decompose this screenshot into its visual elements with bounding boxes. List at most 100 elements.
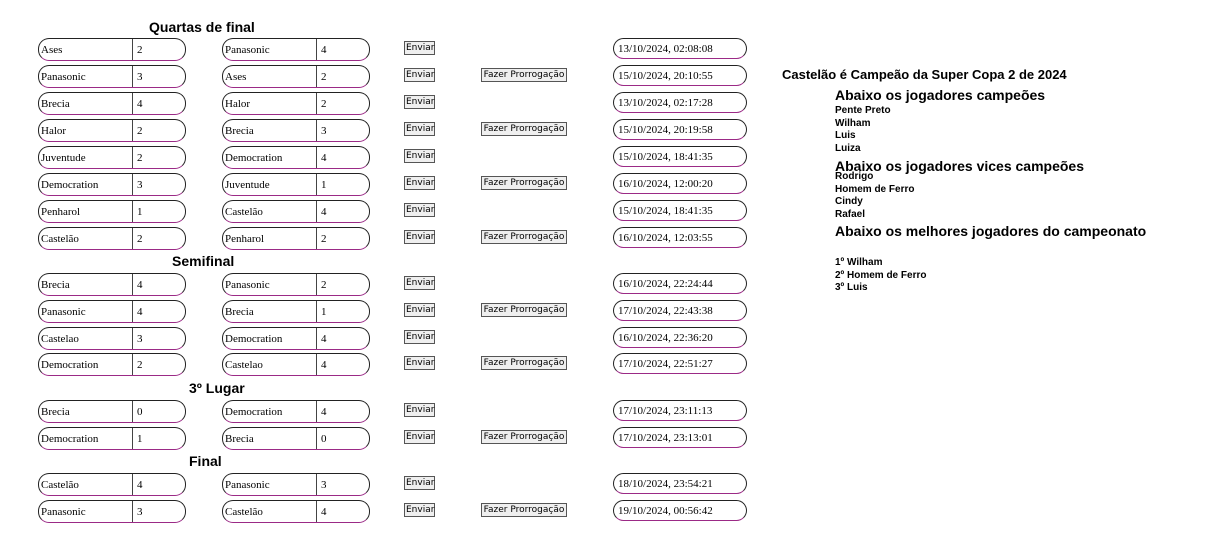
score-input[interactable]: 4 bbox=[317, 39, 369, 60]
away-team-field[interactable]: Democration 4 bbox=[222, 327, 370, 350]
score-input[interactable]: 2 bbox=[133, 228, 185, 249]
score-input[interactable]: 2 bbox=[133, 354, 185, 375]
score-input[interactable]: 4 bbox=[317, 328, 369, 349]
send-button[interactable]: Enviar bbox=[404, 41, 435, 55]
score-input[interactable]: 4 bbox=[133, 474, 185, 495]
team-name-input[interactable]: Ases bbox=[39, 39, 133, 60]
timestamp-field[interactable]: 17/10/2024, 22:51:27 bbox=[613, 353, 747, 374]
timestamp-field[interactable]: 15/10/2024, 20:10:55 bbox=[613, 65, 747, 86]
overtime-button[interactable]: Fazer Prorrogação bbox=[481, 176, 567, 190]
send-button[interactable]: Enviar bbox=[404, 95, 435, 109]
score-input[interactable]: 4 bbox=[133, 301, 185, 322]
timestamp-field[interactable]: 16/10/2024, 22:24:44 bbox=[613, 273, 747, 294]
away-team-field[interactable]: Brecia 0 bbox=[222, 427, 370, 450]
team-name-input[interactable]: Juventude bbox=[39, 147, 133, 168]
home-team-field[interactable]: Castelão 2 bbox=[38, 227, 186, 250]
team-name-input[interactable]: Democration bbox=[223, 147, 317, 168]
score-input[interactable]: 4 bbox=[317, 354, 369, 375]
score-input[interactable]: 1 bbox=[317, 174, 369, 195]
team-name-input[interactable]: Democration bbox=[223, 401, 317, 422]
send-button[interactable]: Enviar bbox=[404, 149, 435, 163]
timestamp-field[interactable]: 17/10/2024, 22:43:38 bbox=[613, 300, 747, 321]
home-team-field[interactable]: Panasonic 3 bbox=[38, 65, 186, 88]
team-name-input[interactable]: Panasonic bbox=[223, 474, 317, 495]
timestamp-field[interactable]: 15/10/2024, 20:19:58 bbox=[613, 119, 747, 140]
team-name-input[interactable]: Brecia bbox=[39, 274, 133, 295]
away-team-field[interactable]: Halor 2 bbox=[222, 92, 370, 115]
score-input[interactable]: 0 bbox=[317, 428, 369, 449]
score-input[interactable]: 3 bbox=[317, 120, 369, 141]
timestamp-field[interactable]: 19/10/2024, 00:56:42 bbox=[613, 500, 747, 521]
team-name-input[interactable]: Democration bbox=[39, 428, 133, 449]
timestamp-field[interactable]: 15/10/2024, 18:41:35 bbox=[613, 146, 747, 167]
away-team-field[interactable]: Penharol 2 bbox=[222, 227, 370, 250]
home-team-field[interactable]: Democration 3 bbox=[38, 173, 186, 196]
score-input[interactable]: 2 bbox=[317, 66, 369, 87]
send-button[interactable]: Enviar bbox=[404, 176, 435, 190]
score-input[interactable]: 2 bbox=[317, 274, 369, 295]
home-team-field[interactable]: Juventude 2 bbox=[38, 146, 186, 169]
send-button[interactable]: Enviar bbox=[404, 303, 435, 317]
team-name-input[interactable]: Halor bbox=[39, 120, 133, 141]
score-input[interactable]: 2 bbox=[317, 228, 369, 249]
send-button[interactable]: Enviar bbox=[404, 203, 435, 217]
team-name-input[interactable]: Panasonic bbox=[39, 501, 133, 522]
timestamp-field[interactable]: 13/10/2024, 02:17:28 bbox=[613, 92, 747, 113]
home-team-field[interactable]: Panasonic 3 bbox=[38, 500, 186, 523]
away-team-field[interactable]: Panasonic 2 bbox=[222, 273, 370, 296]
away-team-field[interactable]: Castelao 4 bbox=[222, 353, 370, 376]
timestamp-field[interactable]: 16/10/2024, 12:00:20 bbox=[613, 173, 747, 194]
timestamp-field[interactable]: 16/10/2024, 12:03:55 bbox=[613, 227, 747, 248]
send-button[interactable]: Enviar bbox=[404, 276, 435, 290]
team-name-input[interactable]: Castelão bbox=[39, 228, 133, 249]
overtime-button[interactable]: Fazer Prorrogação bbox=[481, 356, 567, 370]
away-team-field[interactable]: Juventude 1 bbox=[222, 173, 370, 196]
home-team-field[interactable]: Ases 2 bbox=[38, 38, 186, 61]
score-input[interactable]: 1 bbox=[133, 201, 185, 222]
home-team-field[interactable]: Democration 2 bbox=[38, 353, 186, 376]
team-name-input[interactable]: Brecia bbox=[39, 401, 133, 422]
team-name-input[interactable]: Brecia bbox=[223, 301, 317, 322]
overtime-button[interactable]: Fazer Prorrogação bbox=[481, 68, 567, 82]
send-button[interactable]: Enviar bbox=[404, 122, 435, 136]
score-input[interactable]: 4 bbox=[317, 401, 369, 422]
overtime-button[interactable]: Fazer Prorrogação bbox=[481, 303, 567, 317]
timestamp-field[interactable]: 17/10/2024, 23:11:13 bbox=[613, 400, 747, 421]
team-name-input[interactable]: Democration bbox=[39, 174, 133, 195]
team-name-input[interactable]: Castelao bbox=[223, 354, 317, 375]
score-input[interactable]: 3 bbox=[133, 501, 185, 522]
team-name-input[interactable]: Panasonic bbox=[39, 66, 133, 87]
team-name-input[interactable]: Castelão bbox=[39, 474, 133, 495]
team-name-input[interactable]: Brecia bbox=[223, 120, 317, 141]
home-team-field[interactable]: Castelão 4 bbox=[38, 473, 186, 496]
send-button[interactable]: Enviar bbox=[404, 503, 435, 517]
home-team-field[interactable]: Halor 2 bbox=[38, 119, 186, 142]
send-button[interactable]: Enviar bbox=[404, 68, 435, 82]
team-name-input[interactable]: Penharol bbox=[223, 228, 317, 249]
team-name-input[interactable]: Castelão bbox=[223, 501, 317, 522]
team-name-input[interactable]: Brecia bbox=[39, 93, 133, 114]
overtime-button[interactable]: Fazer Prorrogação bbox=[481, 503, 567, 517]
team-name-input[interactable]: Panasonic bbox=[39, 301, 133, 322]
team-name-input[interactable]: Democration bbox=[39, 354, 133, 375]
send-button[interactable]: Enviar bbox=[404, 356, 435, 370]
overtime-button[interactable]: Fazer Prorrogação bbox=[481, 430, 567, 444]
send-button[interactable]: Enviar bbox=[404, 403, 435, 417]
team-name-input[interactable]: Democration bbox=[223, 328, 317, 349]
overtime-button[interactable]: Fazer Prorrogação bbox=[481, 230, 567, 244]
score-input[interactable]: 4 bbox=[317, 147, 369, 168]
timestamp-field[interactable]: 17/10/2024, 23:13:01 bbox=[613, 427, 747, 448]
away-team-field[interactable]: Democration 4 bbox=[222, 146, 370, 169]
score-input[interactable]: 1 bbox=[133, 428, 185, 449]
away-team-field[interactable]: Panasonic 4 bbox=[222, 38, 370, 61]
send-button[interactable]: Enviar bbox=[404, 430, 435, 444]
team-name-input[interactable]: Juventude bbox=[223, 174, 317, 195]
team-name-input[interactable]: Penharol bbox=[39, 201, 133, 222]
team-name-input[interactable]: Halor bbox=[223, 93, 317, 114]
timestamp-field[interactable]: 13/10/2024, 02:08:08 bbox=[613, 38, 747, 59]
home-team-field[interactable]: Brecia 4 bbox=[38, 92, 186, 115]
away-team-field[interactable]: Brecia 3 bbox=[222, 119, 370, 142]
score-input[interactable]: 1 bbox=[317, 301, 369, 322]
team-name-input[interactable]: Castelao bbox=[39, 328, 133, 349]
home-team-field[interactable]: Castelao 3 bbox=[38, 327, 186, 350]
